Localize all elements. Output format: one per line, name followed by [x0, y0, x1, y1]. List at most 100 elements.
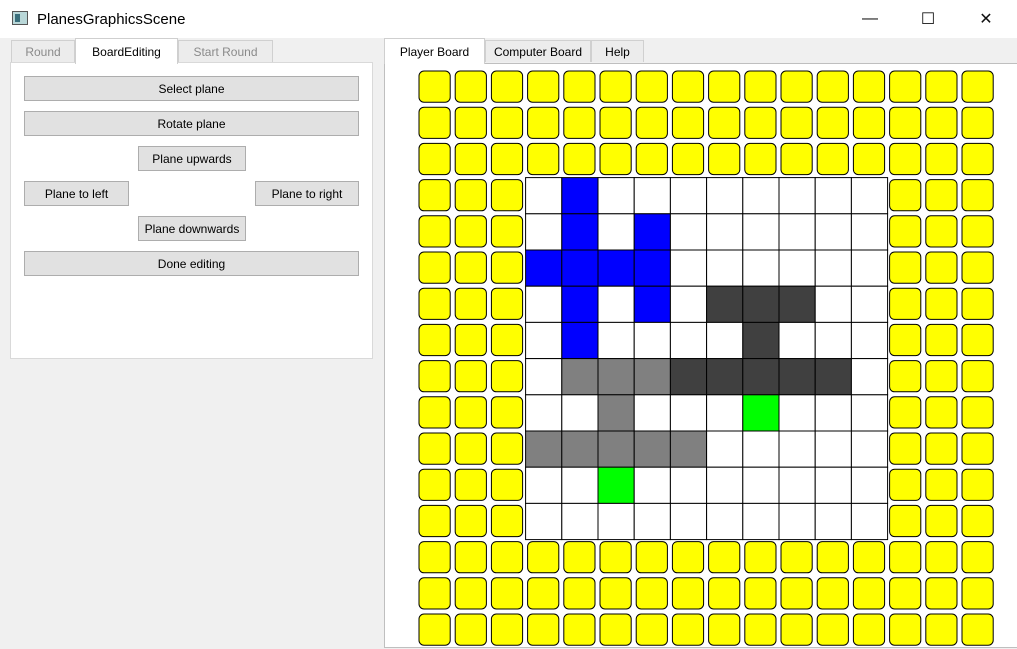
- close-button[interactable]: ✕: [957, 0, 1015, 38]
- board-cell-plane[interactable]: [669, 430, 708, 468]
- board-pad-cell[interactable]: [744, 70, 777, 103]
- board-pad-cell[interactable]: [563, 106, 596, 139]
- board-cell-empty[interactable]: [850, 394, 889, 432]
- board-pad-cell[interactable]: [490, 613, 524, 646]
- board-pad-cell[interactable]: [889, 577, 922, 610]
- board-pad-cell[interactable]: [889, 179, 922, 212]
- board-pad-cell[interactable]: [852, 142, 886, 176]
- board-pad-cell[interactable]: [454, 504, 487, 538]
- board-pad-cell[interactable]: [490, 323, 524, 357]
- board-cell-empty[interactable]: [814, 321, 852, 360]
- board-pad-cell[interactable]: [418, 106, 451, 139]
- board-pad-cell[interactable]: [925, 106, 958, 139]
- board-pad-cell[interactable]: [418, 504, 451, 538]
- board-pad-cell[interactable]: [889, 142, 922, 176]
- board-pad-cell[interactable]: [816, 106, 849, 139]
- plane-upwards-button[interactable]: Plane upwards: [138, 146, 246, 171]
- board-pad-cell[interactable]: [925, 142, 958, 176]
- plane-to-left-button[interactable]: Plane to left: [24, 181, 129, 206]
- board-pad-cell[interactable]: [889, 106, 922, 139]
- board-pad-cell[interactable]: [418, 360, 451, 393]
- board-pad-cell[interactable]: [852, 541, 886, 574]
- board-cell-empty[interactable]: [706, 213, 744, 251]
- board-cell-empty[interactable]: [633, 321, 671, 360]
- board-cell-empty[interactable]: [778, 466, 816, 504]
- board-pad-cell[interactable]: [889, 613, 922, 646]
- board-cell-empty[interactable]: [742, 213, 780, 251]
- board-pad-cell[interactable]: [635, 577, 668, 610]
- board-cell-empty[interactable]: [850, 466, 889, 504]
- player-board-grid[interactable]: [385, 64, 1017, 648]
- board-cell-empty[interactable]: [850, 502, 889, 541]
- board-cell-empty[interactable]: [850, 358, 889, 396]
- board-pad-cell[interactable]: [635, 106, 668, 139]
- board-pad-cell[interactable]: [708, 142, 741, 176]
- board-cell-plane[interactable]: [706, 358, 744, 396]
- board-pad-cell[interactable]: [671, 577, 705, 610]
- board-cell-empty[interactable]: [850, 213, 889, 251]
- board-pad-cell[interactable]: [744, 541, 777, 574]
- board-pad-cell[interactable]: [889, 432, 922, 465]
- board-cell-empty[interactable]: [814, 177, 852, 215]
- board-cell-empty[interactable]: [633, 177, 671, 215]
- board-cell-empty[interactable]: [742, 249, 780, 287]
- board-pad-cell[interactable]: [852, 106, 886, 139]
- board-cell-empty[interactable]: [850, 321, 889, 360]
- board-pad-cell[interactable]: [889, 360, 922, 393]
- board-pad-cell[interactable]: [490, 360, 524, 393]
- board-pad-cell[interactable]: [635, 142, 668, 176]
- board-pad-cell[interactable]: [671, 613, 705, 646]
- board-pad-cell[interactable]: [527, 577, 560, 610]
- board-pad-cell[interactable]: [490, 287, 524, 320]
- board-cell-plane-head[interactable]: [597, 466, 635, 504]
- board-pad-cell[interactable]: [599, 106, 632, 139]
- board-pad-cell[interactable]: [961, 577, 994, 610]
- minimize-button[interactable]: —: [841, 0, 899, 38]
- board-pad-cell[interactable]: [454, 541, 487, 574]
- board-pad-cell[interactable]: [490, 504, 524, 538]
- tab-computer-board[interactable]: Computer Board: [485, 40, 591, 62]
- board-pad-cell[interactable]: [708, 577, 741, 610]
- board-pad-cell[interactable]: [961, 468, 994, 501]
- board-cell-empty[interactable]: [742, 502, 780, 541]
- board-cell-empty[interactable]: [597, 321, 635, 360]
- board-pad-cell[interactable]: [961, 179, 994, 212]
- board-pad-cell[interactable]: [889, 468, 922, 501]
- board-cell-empty[interactable]: [778, 321, 816, 360]
- board-pad-cell[interactable]: [961, 251, 994, 284]
- board-cell-plane[interactable]: [742, 358, 780, 396]
- board-pad-cell[interactable]: [816, 541, 849, 574]
- board-cell-plane[interactable]: [633, 285, 671, 323]
- board-pad-cell[interactable]: [889, 287, 922, 320]
- tab-board-editing[interactable]: BoardEditing: [75, 38, 178, 64]
- board-cell-empty[interactable]: [525, 358, 563, 396]
- board-cell-plane[interactable]: [561, 430, 599, 468]
- board-cell-plane[interactable]: [814, 358, 852, 396]
- board-pad-cell[interactable]: [599, 577, 632, 610]
- board-pad-cell[interactable]: [599, 613, 632, 646]
- board-cell-plane[interactable]: [597, 358, 635, 396]
- board-pad-cell[interactable]: [925, 323, 958, 357]
- board-cell-plane[interactable]: [561, 213, 599, 251]
- board-cell-empty[interactable]: [561, 394, 599, 432]
- board-cell-plane[interactable]: [597, 394, 635, 432]
- board-cell-empty[interactable]: [525, 321, 563, 360]
- board-pad-cell[interactable]: [490, 106, 524, 139]
- board-pad-cell[interactable]: [889, 251, 922, 284]
- board-cell-empty[interactable]: [850, 177, 889, 215]
- board-pad-cell[interactable]: [454, 323, 487, 357]
- board-pad-cell[interactable]: [852, 613, 886, 646]
- board-pad-cell[interactable]: [925, 468, 958, 501]
- board-cell-plane[interactable]: [633, 249, 671, 287]
- board-pad-cell[interactable]: [527, 70, 560, 103]
- board-pad-cell[interactable]: [490, 215, 524, 248]
- board-pad-cell[interactable]: [961, 323, 994, 357]
- tab-start-round[interactable]: Start Round: [178, 40, 273, 62]
- board-pad-cell[interactable]: [925, 432, 958, 465]
- board-pad-cell[interactable]: [816, 613, 849, 646]
- board-cell-plane[interactable]: [525, 430, 563, 468]
- board-pad-cell[interactable]: [490, 432, 524, 465]
- board-pad-cell[interactable]: [418, 251, 451, 284]
- board-pad-cell[interactable]: [925, 215, 958, 248]
- board-cell-plane[interactable]: [633, 358, 671, 396]
